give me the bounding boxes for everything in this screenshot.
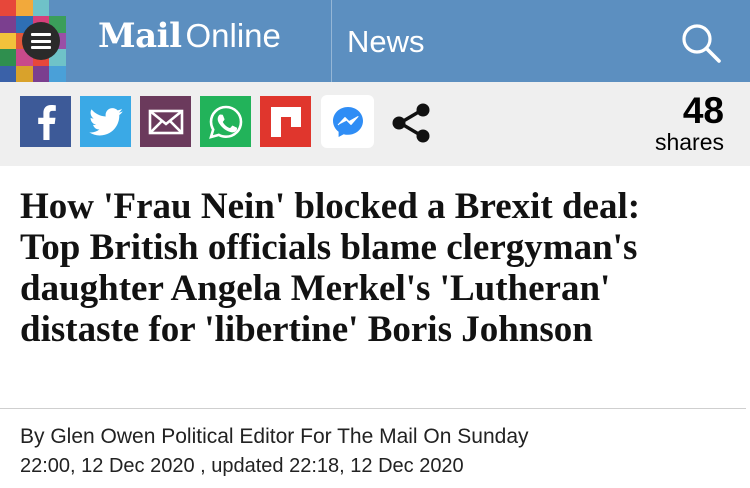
mosaic-tile: [0, 32, 17, 50]
mosaic-tile: [49, 0, 66, 17]
mosaic-tile: [16, 0, 33, 17]
share-count-number: 48: [682, 90, 724, 131]
mosaic-tile: [0, 49, 17, 66]
search-icon: [682, 24, 721, 63]
mosaic-tile: [0, 16, 17, 33]
mosaic-tile: [49, 65, 66, 82]
headline-line: distaste for 'libertine' Boris Johnson: [20, 309, 593, 350]
share-count: 48 shares: [654, 90, 724, 155]
mosaic-tile: [32, 0, 50, 17]
whatsapp-share-button[interactable]: [200, 96, 251, 147]
logo-mail-text: Mail: [98, 16, 182, 56]
menu-icon: [22, 22, 60, 60]
share-count-label: shares: [654, 129, 724, 155]
more-share-button[interactable]: [388, 102, 434, 144]
email-icon: [148, 109, 183, 134]
headline-line: How 'Frau Nein' blocked a Brexit deal:: [20, 186, 641, 227]
twitter-share-button[interactable]: [80, 96, 131, 147]
article-headline: How 'Frau Nein' blocked a Brexit deal: T…: [20, 186, 740, 350]
whatsapp-icon: [208, 105, 242, 139]
search-button[interactable]: [678, 20, 724, 66]
mosaic-tile: [65, 16, 82, 33]
flipboard-share-button[interactable]: [260, 96, 311, 147]
twitter-icon: [88, 107, 123, 135]
facebook-icon: [37, 104, 56, 140]
header-divider: [331, 0, 332, 82]
headline-divider: [0, 408, 746, 409]
article-byline[interactable]: By Glen Owen Political Editor For The Ma…: [20, 425, 529, 449]
headline-line: Top British officials blame clergyman's: [20, 227, 638, 268]
messenger-share-button[interactable]: [321, 95, 374, 148]
mosaic-tile: [65, 32, 82, 50]
menu-button[interactable]: [0, 0, 82, 82]
mosaic-tile: [65, 0, 82, 17]
facebook-share-button[interactable]: [20, 96, 71, 147]
site-logo[interactable]: Mail Online: [98, 16, 281, 62]
mosaic-tile: [32, 65, 50, 82]
messenger-icon: [332, 106, 363, 137]
mosaic-tile: [65, 65, 82, 82]
share-bar: 48 shares: [0, 82, 750, 166]
share-icon: [392, 103, 430, 143]
article-dateline: 22:00, 12 Dec 2020 , updated 22:18, 12 D…: [20, 455, 464, 477]
logo-online-text: Online: [185, 17, 281, 54]
headline-line: daughter Angela Merkel's 'Lutheran': [20, 268, 611, 309]
mosaic-tile: [0, 0, 17, 17]
email-share-button[interactable]: [140, 96, 191, 147]
mosaic-tile: [65, 49, 82, 66]
section-link-news[interactable]: News: [347, 24, 425, 60]
mosaic-tile: [16, 65, 33, 82]
site-header: Mail Online News: [0, 0, 750, 82]
mosaic-tile: [0, 65, 17, 82]
flipboard-icon: [270, 106, 301, 137]
